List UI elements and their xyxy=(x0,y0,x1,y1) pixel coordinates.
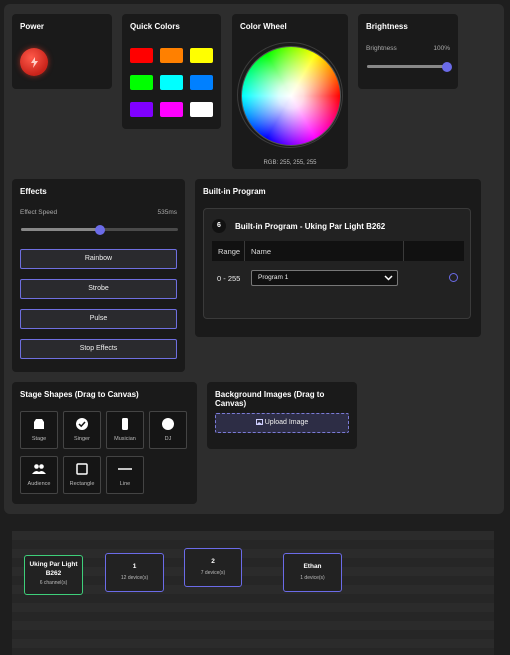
stage-icon xyxy=(34,419,44,429)
color-swatch-blue[interactable] xyxy=(190,75,213,90)
shape-stage-label: Stage xyxy=(31,436,47,442)
shape-rectangle-label: Rectangle xyxy=(69,481,95,487)
effect-speed-slider[interactable] xyxy=(21,224,178,235)
power-title: Power xyxy=(20,22,45,31)
stage-shapes-card: Stage Shapes (Drag to Canvas) Stage Sing… xyxy=(12,382,197,504)
shape-stage[interactable]: Stage xyxy=(20,411,58,449)
color-swatch-yellow[interactable] xyxy=(190,48,213,63)
canvas-node-fixture[interactable]: Uking Par Light B262 6 channel(s) xyxy=(24,555,83,595)
node-subtitle: 7 device(s) xyxy=(200,570,226,576)
check-circle-icon xyxy=(76,418,88,430)
builtin-program-card: Built-in Program 6 Built-in Program - Uk… xyxy=(195,179,481,337)
shape-audience-label: Audience xyxy=(27,481,51,487)
node-subtitle: 12 device(s) xyxy=(120,575,149,581)
program-row-range: 0 - 255 xyxy=(217,274,241,283)
stop-effects-button[interactable]: Stop Effects xyxy=(20,339,177,359)
effects-title: Effects xyxy=(20,187,47,196)
program-select[interactable]: Program 1 xyxy=(251,270,398,286)
upload-image-button[interactable]: Upload Image xyxy=(215,413,349,433)
builtin-program-title: Built-in Program xyxy=(203,187,266,196)
brightness-card: Brightness Brightness 100% xyxy=(358,14,458,89)
shape-singer[interactable]: Singer xyxy=(63,411,101,449)
brightness-slider[interactable] xyxy=(367,61,452,72)
effect-speed-value: 535ms xyxy=(157,209,177,216)
shape-musician[interactable]: Musician xyxy=(106,411,144,449)
shape-line[interactable]: Line xyxy=(106,456,144,494)
quick-colors-title: Quick Colors xyxy=(130,22,180,31)
program-radio[interactable] xyxy=(449,273,458,282)
shape-singer-label: Singer xyxy=(74,436,90,442)
shape-dj-label: DJ xyxy=(164,436,172,442)
shape-musician-label: Musician xyxy=(114,436,136,442)
column-divider xyxy=(244,241,245,261)
node-title: 2 xyxy=(211,558,215,565)
phone-icon xyxy=(122,418,128,430)
builtin-program-panel: 6 Built-in Program - Uking Par Light B26… xyxy=(203,208,471,319)
color-swatch-cyan[interactable] xyxy=(160,75,183,90)
color-wheel[interactable] xyxy=(241,46,341,146)
shape-audience[interactable]: Audience xyxy=(20,456,58,494)
color-wheel-title: Color Wheel xyxy=(240,22,287,31)
brightness-value: 100% xyxy=(433,45,450,52)
builtin-program-header: Built-in Program - Uking Par Light B262 xyxy=(235,222,386,231)
column-divider xyxy=(403,241,404,261)
brightness-title: Brightness xyxy=(366,22,408,31)
circle-icon xyxy=(162,418,174,430)
image-icon xyxy=(255,419,263,425)
canvas-node-group-2[interactable]: 2 7 device(s) xyxy=(184,548,242,587)
quick-colors-card: Quick Colors xyxy=(122,14,221,129)
brightness-slider-fill xyxy=(367,65,447,68)
shape-line-label: Line xyxy=(119,481,131,487)
shape-dj[interactable]: DJ xyxy=(149,411,187,449)
color-wheel-card: Color Wheel RGB: 255, 255, 255 xyxy=(232,14,348,169)
color-swatch-magenta[interactable] xyxy=(160,102,183,117)
line-icon xyxy=(118,468,132,470)
shape-rectangle[interactable]: Rectangle xyxy=(63,456,101,494)
node-title: Uking Par Light B262 xyxy=(29,561,78,577)
brightness-label: Brightness xyxy=(366,45,397,52)
program-table-header: Range Name xyxy=(212,241,464,261)
power-card: Power xyxy=(12,14,112,89)
effect-speed-slider-fill xyxy=(21,228,100,231)
effect-speed-label: Effect Speed xyxy=(20,209,58,216)
color-swatch-red[interactable] xyxy=(130,48,153,63)
node-title: Ethan xyxy=(303,563,322,570)
node-title: 1 xyxy=(132,563,137,570)
column-range: Range xyxy=(218,247,241,256)
effect-speed-slider-thumb[interactable] xyxy=(94,224,105,235)
chevron-down-icon xyxy=(384,275,393,281)
strobe-button[interactable]: Strobe xyxy=(20,279,177,299)
power-button[interactable] xyxy=(20,48,48,76)
stage-shapes-title: Stage Shapes (Drag to Canvas) xyxy=(20,390,139,399)
brightness-slider-thumb[interactable] xyxy=(442,61,452,72)
node-subtitle: 6 channel(s) xyxy=(39,580,68,586)
rgb-readout: RGB: 255, 255, 255 xyxy=(263,160,317,166)
color-swatch-purple[interactable] xyxy=(130,102,153,117)
effects-card: Effects Effect Speed 535ms Rainbow Strob… xyxy=(12,179,185,372)
stage-canvas[interactable]: Uking Par Light B262 6 channel(s) 1 12 d… xyxy=(12,531,494,655)
program-select-value: Program 1 xyxy=(258,274,289,281)
canvas-node-ethan[interactable]: Ethan 1 device(s) xyxy=(283,553,342,592)
color-swatch-orange[interactable] xyxy=(160,48,183,63)
pulse-button[interactable]: Pulse xyxy=(20,309,177,329)
color-swatch-white[interactable] xyxy=(190,102,213,117)
color-swatch-green[interactable] xyxy=(130,75,153,90)
column-name: Name xyxy=(251,247,272,256)
people-icon xyxy=(32,464,46,474)
background-images-card: Background Images (Drag to Canvas) Uploa… xyxy=(207,382,357,449)
channel-badge: 6 xyxy=(212,219,226,233)
node-subtitle: 1 device(s) xyxy=(300,575,325,581)
upload-image-label: Upload Image xyxy=(264,419,309,426)
canvas-node-group-1[interactable]: 1 12 device(s) xyxy=(105,553,164,592)
background-images-title: Background Images (Drag to Canvas) xyxy=(215,390,325,408)
lightning-icon xyxy=(30,56,38,68)
rainbow-button[interactable]: Rainbow xyxy=(20,249,177,269)
rectangle-icon xyxy=(76,463,88,475)
